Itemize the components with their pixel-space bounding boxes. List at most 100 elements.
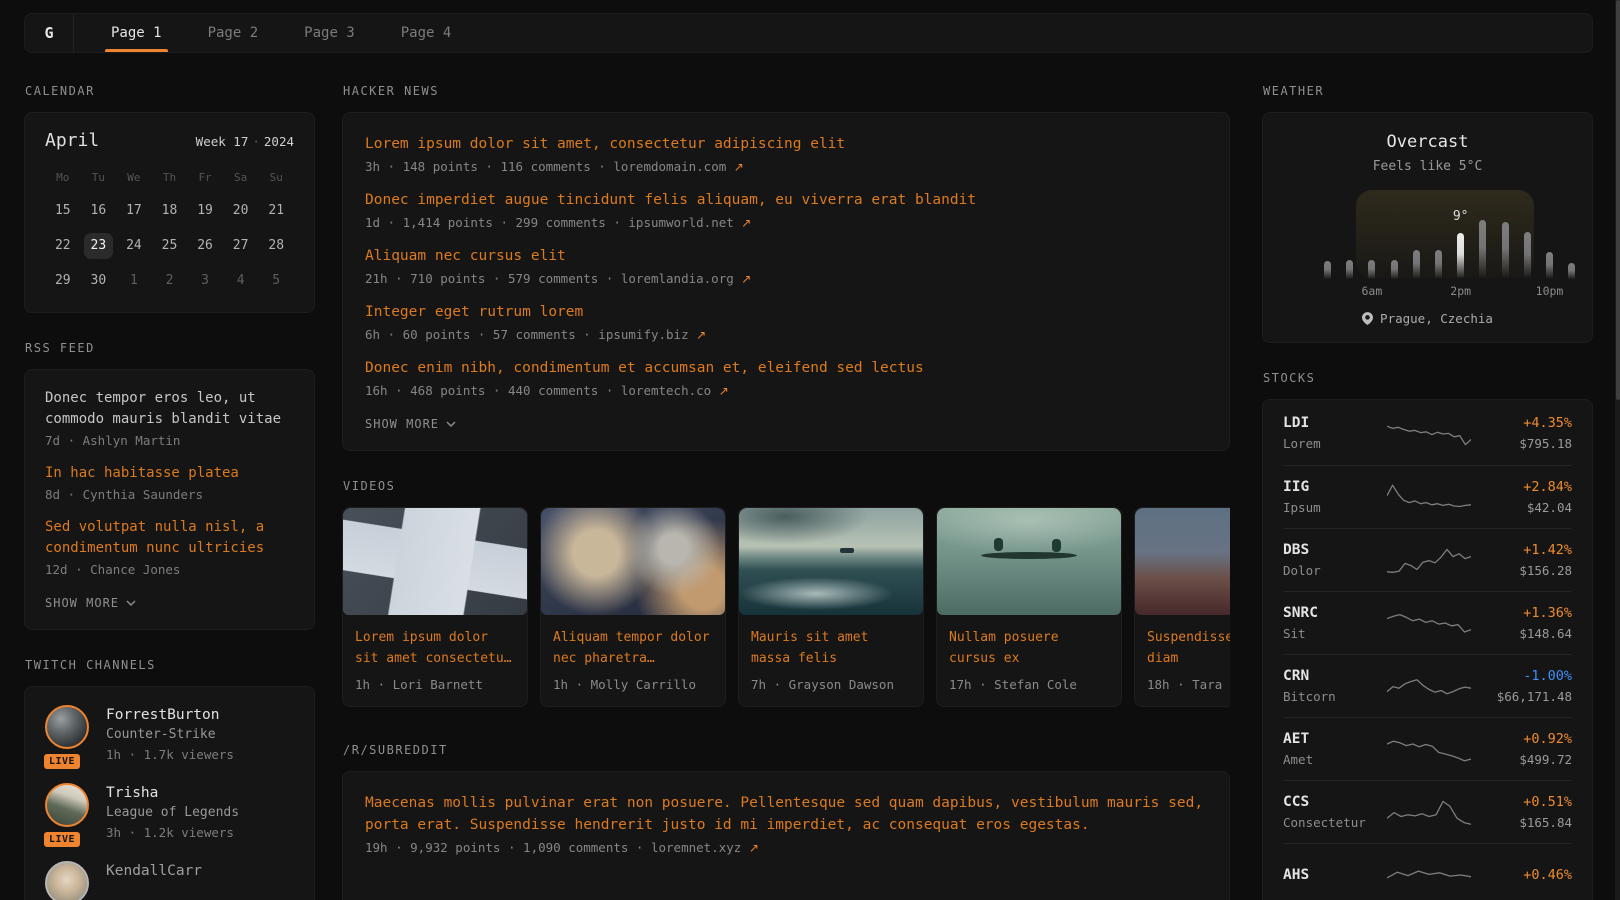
video-card[interactable]: Mauris sit ametmassa felis 7h · Grayson …: [738, 507, 924, 707]
tab-page-1[interactable]: Page 1: [88, 14, 185, 52]
logo[interactable]: G: [25, 14, 74, 52]
video-card[interactable]: Aliquam tempor dolornec pharetra… 1h · M…: [540, 507, 726, 707]
rss-item-title-link[interactable]: In hac habitasse platea: [45, 463, 294, 484]
twitch-channel-viewers: 3h · 1.2k viewers: [106, 823, 239, 842]
hackernews-show-more-button[interactable]: SHOW MORE: [365, 417, 456, 431]
stock-ticker: LDI: [1283, 414, 1381, 433]
right-column: WEATHER Overcast Feels like 5°C 9° 6am2p…: [1262, 84, 1593, 900]
stock-sparkline: [1387, 669, 1471, 703]
twitch-channel-game: Counter-Strike: [106, 725, 234, 745]
subreddit-widget: /R/SUBREDDIT Maecenas mollis pulvinar er…: [342, 743, 1230, 900]
page-tabs: Page 1Page 2Page 3Page 4: [88, 14, 474, 52]
calendar-day-selected: 23: [84, 233, 114, 259]
stock-row: CCS Consectetur +0.51% $165.84: [1283, 780, 1572, 843]
video-title-link[interactable]: Aliquam tempor dolornec pharetra…: [553, 627, 713, 669]
video-meta: 18h · Tara: [1147, 677, 1230, 692]
video-text: Mauris sit ametmassa felis 7h · Grayson …: [739, 615, 923, 706]
tab-page-4[interactable]: Page 4: [378, 14, 475, 52]
calendar-day: 15: [48, 198, 78, 224]
stock-name: Sit: [1283, 625, 1381, 643]
hackernews-item-domain-link[interactable]: loremlandia.org: [621, 271, 734, 286]
videos-widget: VIDEOS Lorem ipsum dolorsit amet consect…: [342, 479, 1230, 707]
rss-item: Donec tempor eros leo, ut commodo mauris…: [45, 388, 294, 448]
stock-ticker: DBS: [1283, 541, 1381, 560]
stock-sparkline: [1387, 858, 1471, 892]
video-title-link[interactable]: Lorem ipsum dolorsit amet consectetu…: [355, 627, 515, 669]
rss-show-more-button[interactable]: SHOW MORE: [45, 596, 136, 610]
scrollbar-thumb[interactable]: [1616, 0, 1620, 400]
tab-page-3[interactable]: Page 3: [281, 14, 378, 52]
calendar-day: 26: [190, 233, 220, 259]
video-card[interactable]: Nullam posuerecursus ex 17h · Stefan Col…: [936, 507, 1122, 707]
calendar-day: 25: [155, 233, 185, 259]
stock-price: $148.64: [1476, 625, 1572, 643]
stock-identity: CRN Bitcorn: [1283, 667, 1381, 706]
weather-bar: [1568, 263, 1575, 280]
weather-bar: [1346, 260, 1353, 280]
twitch-channel-name[interactable]: KendallCarr: [106, 861, 202, 881]
video-title-link[interactable]: Nullam posuerecursus ex: [949, 627, 1109, 669]
hackernews-item-title-link[interactable]: Aliquam nec cursus elit: [365, 245, 1207, 267]
twitch-channel-name[interactable]: ForrestBurton: [106, 705, 234, 725]
videos-section-title: VIDEOS: [343, 479, 1230, 493]
stock-change: +1.42%: [1476, 541, 1572, 560]
video-card[interactable]: Suspendissediam 18h · Tara: [1134, 507, 1230, 707]
stock-identity: AET Amet: [1283, 730, 1381, 769]
twitch-channel-info: ForrestBurton Counter-Strike 1h · 1.7k v…: [106, 705, 234, 764]
video-thumbnail: [1135, 508, 1230, 615]
video-thumbnail: [937, 508, 1121, 615]
video-card[interactable]: Lorem ipsum dolorsit amet consectetu… 1h…: [342, 507, 528, 707]
calendar-day: 18: [155, 198, 185, 224]
video-meta: 1h · Molly Carrillo: [553, 677, 713, 692]
twitch-channel-list: LIVE ForrestBurton Counter-Strike 1h · 1…: [45, 705, 294, 900]
video-title-link[interactable]: Suspendissediam: [1147, 627, 1230, 669]
video-thumbnail: [343, 508, 527, 615]
stock-values: +0.46%: [1476, 866, 1572, 885]
rss-item-title-link[interactable]: Donec tempor eros leo, ut commodo mauris…: [45, 388, 294, 430]
weather-bar: [1479, 220, 1486, 280]
subreddit-item-domain-link[interactable]: loremnet.xyz: [651, 840, 741, 855]
stock-sparkline-wrap: [1381, 795, 1476, 829]
twitch-channel-row[interactable]: KendallCarr: [45, 861, 294, 900]
calendar-separator: ·: [248, 134, 264, 149]
calendar-week: Week 17: [196, 134, 249, 149]
video-title-link[interactable]: Mauris sit ametmassa felis: [751, 627, 911, 669]
tab-page-2[interactable]: Page 2: [185, 14, 282, 52]
weather-hour-labels: 6am2pm10pm: [1324, 282, 1573, 298]
rss-item-title-link[interactable]: Sed volutpat nulla nisl, a condimentum n…: [45, 517, 294, 559]
twitch-channel-name[interactable]: Trisha: [106, 783, 239, 803]
stock-sparkline-wrap: [1381, 606, 1476, 640]
calendar-day: 27: [226, 233, 256, 259]
hackernews-item-title-link[interactable]: Donec enim nibh, condimentum et accumsan…: [365, 357, 1207, 379]
stock-ticker: SNRC: [1283, 604, 1381, 623]
stock-values: +1.42% $156.28: [1476, 541, 1572, 580]
stock-sparkline-wrap: [1381, 543, 1476, 577]
twitch-channel-row[interactable]: LIVE Trisha League of Legends 3h · 1.2k …: [45, 783, 294, 842]
weather-bar: [1546, 252, 1553, 280]
hackernews-item-title-link[interactable]: Integer eget rutrum lorem: [365, 301, 1207, 323]
hackernews-item-domain-link[interactable]: loremdomain.com: [613, 159, 726, 174]
stock-row: LDI Lorem +4.35% $795.18: [1283, 402, 1572, 465]
top-navbar: G Page 1Page 2Page 3Page 4: [24, 13, 1593, 53]
stock-sparkline-wrap: [1381, 858, 1476, 892]
weather-section-title: WEATHER: [1263, 84, 1593, 98]
hackernews-item-title-link[interactable]: Lorem ipsum dolor sit amet, consectetur …: [365, 133, 1207, 155]
calendar-section-title: CALENDAR: [25, 84, 315, 98]
twitch-channel-row[interactable]: LIVE ForrestBurton Counter-Strike 1h · 1…: [45, 705, 294, 764]
weather-location: Prague, Czechia: [1380, 311, 1493, 326]
hackernews-item: Aliquam nec cursus elit 21h · 710 points…: [365, 245, 1207, 286]
hackernews-item-domain-link[interactable]: ipsumworld.net: [628, 215, 733, 230]
hackernews-item-domain-link[interactable]: loremtech.co: [621, 383, 711, 398]
rss-show-more-label: SHOW MORE: [45, 596, 119, 610]
hackernews-item-title-link[interactable]: Donec imperdiet augue tincidunt felis al…: [365, 189, 1207, 211]
calendar-day: 29: [48, 268, 78, 294]
stock-row: IIG Ipsum +2.84% $42.04: [1283, 465, 1572, 528]
video-meta: 7h · Grayson Dawson: [751, 677, 911, 692]
subreddit-item-title-link[interactable]: Maecenas mollis pulvinar erat non posuer…: [365, 792, 1207, 836]
weather-hour-label: 10pm: [1536, 284, 1564, 298]
hackernews-item-domain-link[interactable]: ipsumify.biz: [598, 327, 688, 342]
subreddit-section-title: /R/SUBREDDIT: [343, 743, 1230, 757]
stock-change: +0.92%: [1476, 730, 1572, 749]
weather-widget: WEATHER Overcast Feels like 5°C 9° 6am2p…: [1262, 84, 1593, 343]
hackernews-show-more-label: SHOW MORE: [365, 417, 439, 431]
